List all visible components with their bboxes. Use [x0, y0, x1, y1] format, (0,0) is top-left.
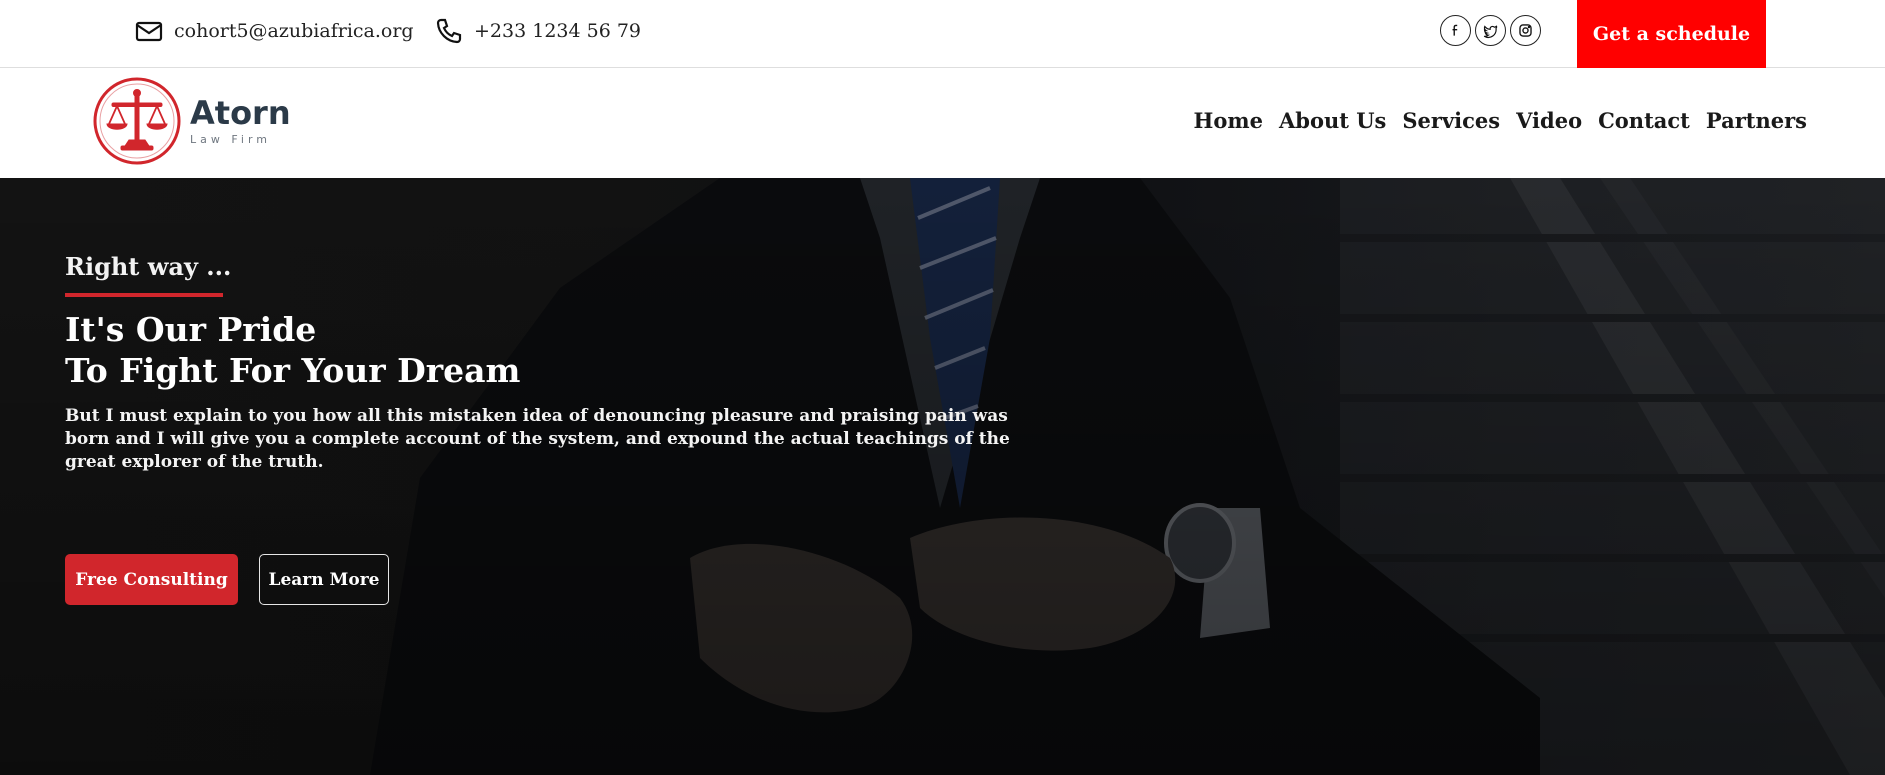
- nav-about-us[interactable]: About Us: [1279, 108, 1386, 133]
- headline-line-1: It's Our Pride: [65, 310, 317, 349]
- brand-tagline: Law Firm: [190, 132, 271, 146]
- logo[interactable]: Atorn Law Firm: [92, 76, 291, 166]
- get-schedule-button[interactable]: Get a schedule: [1577, 0, 1766, 68]
- hero-buttons: Free Consulting Learn More: [65, 554, 389, 605]
- top-bar: cohort5@azubiafrica.org +233 1234 56 79 …: [0, 0, 1885, 68]
- instagram-icon: [1519, 24, 1532, 37]
- brand-name: Atorn: [190, 93, 291, 132]
- hero-paragraph: But I must explain to you how all this m…: [65, 406, 1010, 472]
- kicker-underline: [65, 293, 223, 297]
- main-navbar: Atorn Law Firm Home About Us Services Vi…: [0, 68, 1885, 178]
- email-contact[interactable]: cohort5@azubiafrica.org: [134, 16, 414, 46]
- phone-text: +233 1234 56 79: [474, 20, 642, 42]
- free-consulting-button[interactable]: Free Consulting: [65, 554, 238, 605]
- scales-of-justice-icon: [93, 77, 181, 165]
- logo-text: Atorn Law Firm: [190, 97, 291, 146]
- twitter-icon: [1483, 25, 1498, 39]
- instagram-link[interactable]: [1510, 15, 1541, 46]
- hero-kicker: Right way ...: [65, 252, 232, 281]
- twitter-link[interactable]: [1475, 15, 1506, 46]
- nav-contact[interactable]: Contact: [1598, 108, 1690, 133]
- email-text: cohort5@azubiafrica.org: [174, 20, 414, 42]
- nav-services[interactable]: Services: [1402, 108, 1500, 133]
- hero-headline: It's Our Pride To Fight For Your Dream: [65, 309, 1065, 391]
- nav-video[interactable]: Video: [1516, 108, 1582, 133]
- phone-contact[interactable]: +233 1234 56 79: [434, 16, 641, 46]
- nav-partners[interactable]: Partners: [1706, 108, 1807, 133]
- hero-content: Right way ... It's Our Pride To Fight Fo…: [65, 252, 1065, 474]
- mail-icon: [135, 21, 163, 42]
- hero-section: Right way ... It's Our Pride To Fight Fo…: [0, 178, 1885, 775]
- facebook-link[interactable]: [1440, 15, 1471, 46]
- nav-links: Home About Us Services Video Contact Par…: [1194, 108, 1807, 133]
- nav-home[interactable]: Home: [1194, 108, 1263, 133]
- facebook-icon: [1452, 24, 1458, 36]
- social-links: [1440, 15, 1541, 46]
- headline-line-2: To Fight For Your Dream: [65, 351, 521, 390]
- phone-icon: [436, 18, 462, 44]
- learn-more-button[interactable]: Learn More: [259, 554, 389, 605]
